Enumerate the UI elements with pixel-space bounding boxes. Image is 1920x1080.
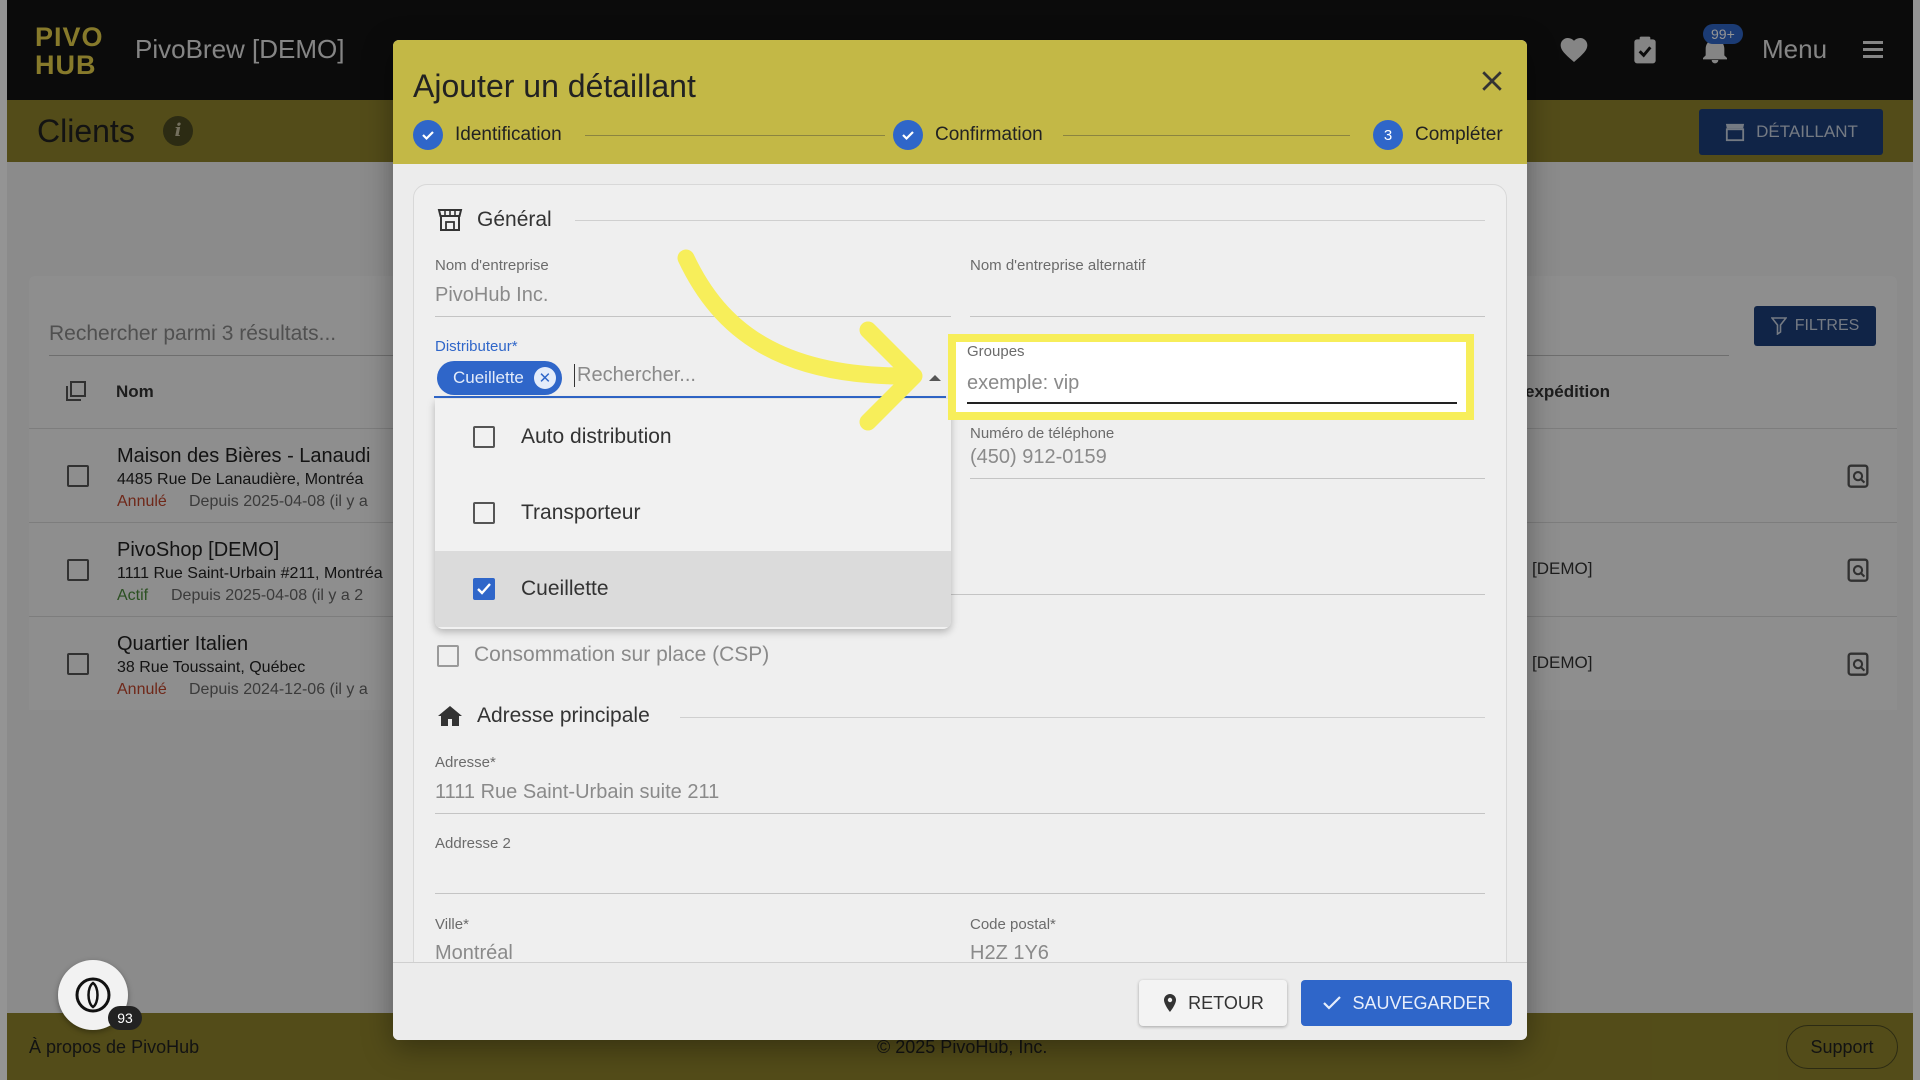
section-divider [680,717,1485,718]
step-completer[interactable]: 3 Compléter [1373,120,1503,150]
city-field[interactable]: Montréal [435,942,513,965]
csp-label[interactable]: Consommation sur place (CSP) [474,643,769,667]
city-label: Ville* [435,916,469,933]
option-label: Transporteur [521,501,641,524]
stepper-connector [1063,135,1350,136]
home-icon [438,706,462,726]
field-underline [435,316,951,317]
checkmark-icon [477,583,491,595]
step-identification[interactable]: Identification [413,120,562,150]
dropdown-caret-up-icon[interactable] [929,375,941,381]
alt-company-name-label: Nom d'entreprise alternatif [970,257,1146,274]
field-underline [970,316,1485,317]
option-checkbox[interactable] [473,426,495,448]
groups-label: Groupes [967,343,1025,360]
groups-input[interactable] [967,366,1457,400]
field-underline [951,594,1485,595]
step-confirmation[interactable]: Confirmation [893,120,1043,150]
modal-title: Ajouter un détaillant [413,68,696,104]
section-general-title: Général [477,208,552,231]
assistant-badge: 93 [108,1006,142,1030]
option-checkbox[interactable] [473,502,495,524]
groups-underline [967,402,1457,404]
distributor-label: Distributeur* [435,338,518,355]
storefront-icon [437,209,463,231]
option-auto-distribution[interactable]: Auto distribution [435,399,951,475]
step-label: Compléter [1415,124,1503,145]
field-underline [435,893,1485,894]
back-label: RETOUR [1188,992,1264,1013]
option-label: Cueillette [521,577,609,600]
chip-remove-icon[interactable]: ✕ [533,367,556,389]
section-address-header: Adresse principale [437,704,650,728]
distributor-search-input[interactable]: Rechercher... [574,364,696,387]
address2-field[interactable] [435,862,1485,890]
alt-company-name-field[interactable] [970,284,1485,312]
address2-label: Addresse 2 [435,835,511,852]
save-label: SAUVEGARDER [1352,992,1491,1013]
step-label: Confirmation [935,124,1043,145]
stepper-connector [585,135,885,136]
option-transporteur[interactable]: Transporteur [435,475,951,551]
option-checkbox-checked[interactable] [473,578,495,600]
save-button[interactable]: SAUVEGARDER [1301,980,1512,1026]
address-field[interactable]: 1111 Rue Saint-Urbain suite 211 [435,781,719,804]
company-name-field[interactable]: PivoHub Inc. [435,284,548,307]
groups-field-highlight: Groupes [948,334,1474,420]
address-label: Adresse* [435,754,496,771]
back-button[interactable]: RETOUR [1139,980,1287,1026]
step-number: 3 [1373,120,1403,150]
csp-checkbox[interactable] [437,645,459,667]
distributor-chip-label: Cueillette [453,368,524,387]
distributor-dropdown: Auto distribution Transporteur Cueillett… [435,399,951,629]
distributor-underline [434,396,946,398]
step-done-check-icon [893,120,923,150]
phone-label: Numéro de téléphone [970,425,1115,442]
section-address-title: Adresse principale [477,704,650,727]
phone-field[interactable]: (450) 912-0159 [970,446,1107,469]
option-label: Auto distribution [521,425,672,448]
close-icon[interactable] [1477,66,1507,96]
section-general-header: Général [437,208,552,232]
modal-footer: RETOUR SAUVEGARDER [393,962,1527,1040]
field-underline [435,813,1485,814]
postal-code-label: Code postal* [970,916,1056,933]
distributor-chip[interactable]: Cueillette ✕ [437,361,562,395]
company-name-label: Nom d'entreprise [435,257,549,274]
check-icon [1323,996,1342,1010]
step-label: Identification [455,124,562,145]
field-underline [970,478,1485,479]
section-divider [575,220,1485,221]
modal-header: Ajouter un détaillant Identification Con… [393,40,1527,164]
postal-code-field[interactable]: H2Z 1Y6 [970,942,1049,965]
option-cueillette[interactable]: Cueillette [435,551,951,627]
assistant-logo-icon [75,977,111,1013]
step-done-check-icon [413,120,443,150]
location-pin-icon [1164,994,1177,1012]
